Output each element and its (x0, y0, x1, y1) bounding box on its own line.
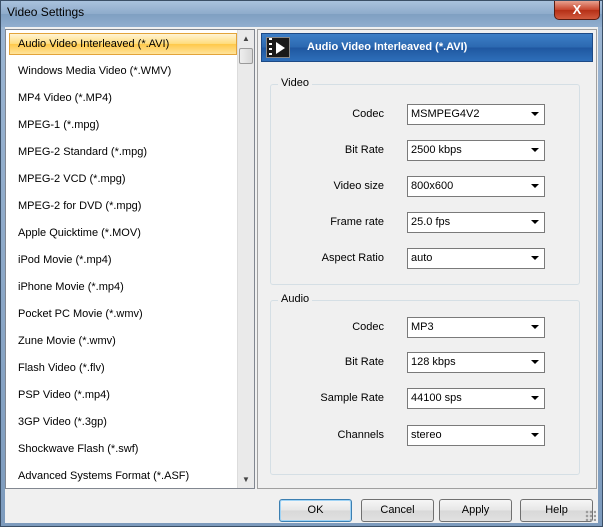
aspect-ratio-label: Aspect Ratio (321, 252, 384, 264)
sample-rate-label: Sample Rate (320, 392, 384, 404)
list-scrollbar[interactable]: ▲ ▼ (237, 30, 254, 488)
audio-group-label: Audio (278, 293, 313, 305)
sample-rate-value: 44100 sps (411, 392, 462, 404)
video-size-value: 800x600 (411, 180, 454, 192)
chevron-down-icon (531, 433, 539, 437)
channels-label: Channels (337, 429, 384, 441)
format-item-mpeg2-dvd[interactable]: MPEG-2 for DVD (*.mpg) (9, 195, 237, 217)
sample-rate-select[interactable]: 44100 sps (407, 388, 545, 409)
chevron-down-icon (531, 396, 539, 400)
video-codec-label: Codec (352, 108, 384, 120)
settings-panel: Audio Video Interleaved (*.AVI) Video Co… (257, 29, 597, 489)
format-item-pocket-pc[interactable]: Pocket PC Movie (*.wmv) (9, 303, 237, 325)
video-codec-select[interactable]: MSMPEG4V2 (407, 104, 545, 125)
format-item-asf[interactable]: Advanced Systems Format (*.ASF) (9, 465, 237, 487)
video-codec-value: MSMPEG4V2 (411, 108, 480, 120)
channels-select[interactable]: stereo (407, 425, 545, 446)
aspect-ratio-value: auto (411, 252, 433, 264)
format-item-quicktime[interactable]: Apple Quicktime (*.MOV) (9, 222, 237, 244)
close-button[interactable]: X (554, 1, 600, 20)
video-size-label: Video size (333, 180, 384, 192)
film-icon (266, 37, 290, 58)
cancel-button[interactable]: Cancel (361, 499, 434, 522)
chevron-down-icon (531, 325, 539, 329)
audio-bitrate-select[interactable]: 128 kbps (407, 352, 545, 373)
video-group-label: Video (278, 77, 312, 89)
window-title: Video Settings (7, 5, 85, 19)
help-button[interactable]: Help (520, 499, 593, 522)
format-list[interactable]: Audio Video Interleaved (*.AVI) Windows … (5, 29, 255, 489)
video-size-select[interactable]: 800x600 (407, 176, 545, 197)
scroll-down-icon[interactable]: ▼ (238, 471, 254, 488)
format-item-swf[interactable]: Shockwave Flash (*.swf) (9, 438, 237, 460)
chevron-down-icon (531, 360, 539, 364)
format-item-zune[interactable]: Zune Movie (*.wmv) (9, 330, 237, 352)
chevron-down-icon (531, 256, 539, 260)
scroll-thumb[interactable] (239, 48, 253, 64)
audio-codec-value: MP3 (411, 321, 434, 333)
audio-codec-select[interactable]: MP3 (407, 317, 545, 338)
format-header: Audio Video Interleaved (*.AVI) (261, 33, 593, 62)
resize-grip-icon[interactable] (585, 510, 596, 521)
aspect-ratio-select[interactable]: auto (407, 248, 545, 269)
apply-button[interactable]: Apply (439, 499, 512, 522)
format-title: Audio Video Interleaved (*.AVI) (307, 41, 468, 53)
format-item-flash[interactable]: Flash Video (*.flv) (9, 357, 237, 379)
format-item-mp4[interactable]: MP4 Video (*.MP4) (9, 87, 237, 109)
audio-codec-label: Codec (352, 321, 384, 333)
audio-bitrate-value: 128 kbps (411, 356, 456, 368)
audio-group: Audio Codec MP3 Bit Rate 128 kbps Sample… (270, 293, 580, 475)
frame-rate-label: Frame rate (330, 216, 384, 228)
title-bar[interactable]: Video Settings X (1, 1, 602, 27)
format-item-mpeg2-vcd[interactable]: MPEG-2 VCD (*.mpg) (9, 168, 237, 190)
dialog-content: Audio Video Interleaved (*.AVI) Windows … (5, 27, 598, 523)
format-item-mpeg2-standard[interactable]: MPEG-2 Standard (*.mpg) (9, 141, 237, 163)
chevron-down-icon (531, 148, 539, 152)
format-item-psp[interactable]: PSP Video (*.mp4) (9, 384, 237, 406)
video-bitrate-value: 2500 kbps (411, 144, 462, 156)
audio-bitrate-label: Bit Rate (344, 356, 384, 368)
video-group: Video Codec MSMPEG4V2 Bit Rate 2500 kbps… (270, 77, 580, 285)
scroll-up-icon[interactable]: ▲ (238, 30, 254, 47)
chevron-down-icon (531, 112, 539, 116)
ok-button[interactable]: OK (279, 499, 352, 522)
video-bitrate-select[interactable]: 2500 kbps (407, 140, 545, 161)
format-item-avi[interactable]: Audio Video Interleaved (*.AVI) (9, 33, 237, 55)
chevron-down-icon (531, 220, 539, 224)
video-settings-window: Video Settings X Audio Video Interleaved… (0, 0, 603, 527)
chevron-down-icon (531, 184, 539, 188)
video-bitrate-label: Bit Rate (344, 144, 384, 156)
channels-value: stereo (411, 429, 442, 441)
format-item-wmv[interactable]: Windows Media Video (*.WMV) (9, 60, 237, 82)
format-item-3gp[interactable]: 3GP Video (*.3gp) (9, 411, 237, 433)
frame-rate-select[interactable]: 25.0 fps (407, 212, 545, 233)
format-item-ipod[interactable]: iPod Movie (*.mp4) (9, 249, 237, 271)
frame-rate-value: 25.0 fps (411, 216, 451, 228)
format-item-mpeg1[interactable]: MPEG-1 (*.mpg) (9, 114, 237, 136)
format-item-iphone[interactable]: iPhone Movie (*.mp4) (9, 276, 237, 298)
